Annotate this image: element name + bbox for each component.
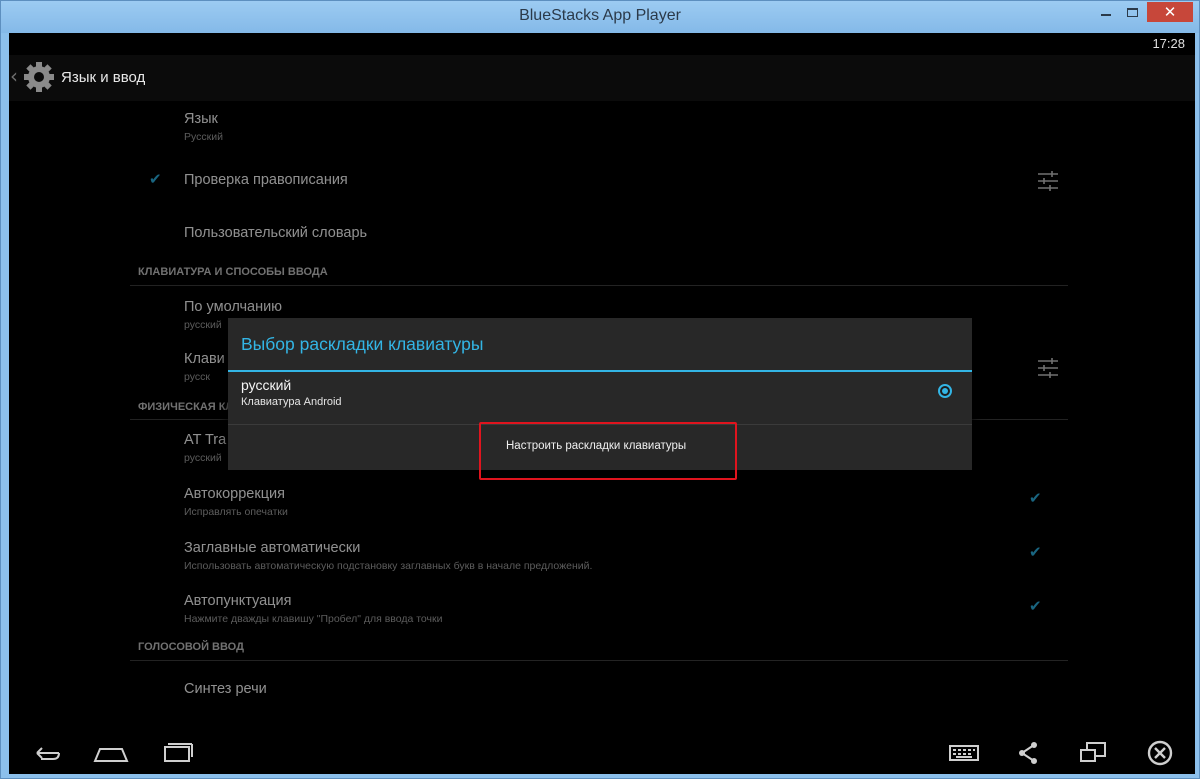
action-bar-title: Язык и ввод bbox=[61, 69, 146, 86]
exit-icon[interactable] bbox=[1140, 735, 1180, 771]
back-icon[interactable] bbox=[27, 735, 67, 771]
settings-gear-icon[interactable] bbox=[21, 59, 57, 95]
title-bar[interactable]: BlueStacks App Player ✕ bbox=[1, 1, 1199, 33]
section-header-keyboard: КЛАВИАТУРА И СПОСОБЫ ВВОДА bbox=[138, 266, 328, 278]
status-clock: 17:28 bbox=[1152, 36, 1185, 51]
android-screen: 17:28 ‹ Язык и ввод Язык Русский ✔ Прове… bbox=[9, 33, 1195, 774]
autocorrect-checkmark-icon[interactable]: ✔ bbox=[1029, 489, 1042, 507]
dialog-title: Выбор раскладки клавиатуры bbox=[241, 334, 484, 354]
close-window-button[interactable]: ✕ bbox=[1147, 2, 1193, 22]
keyboard-settings-icon[interactable] bbox=[1037, 357, 1059, 379]
spell-check-checkmark-icon[interactable]: ✔ bbox=[149, 170, 162, 188]
setting-title: Заглавные автоматически bbox=[184, 540, 361, 556]
setting-summary: русский bbox=[184, 452, 222, 464]
setting-summary: русск bbox=[184, 371, 210, 383]
section-header-physical-keyboard: ФИЗИЧЕСКАЯ КЛА bbox=[138, 401, 242, 413]
setting-title: Автокоррекция bbox=[184, 486, 285, 502]
autopunct-checkmark-icon[interactable]: ✔ bbox=[1029, 597, 1042, 615]
bluestacks-window: BlueStacks App Player ✕ 17:28 ‹ Язык и в… bbox=[0, 0, 1200, 779]
annotation-highlight-box bbox=[479, 422, 737, 480]
multi-screen-icon[interactable] bbox=[1073, 735, 1113, 771]
autocaps-checkmark-icon[interactable]: ✔ bbox=[1029, 543, 1042, 561]
section-divider bbox=[130, 285, 1068, 286]
option-subtitle: Клавиатура Android bbox=[241, 396, 342, 408]
recent-apps-icon[interactable] bbox=[157, 735, 197, 771]
setting-summary: Исправлять опечатки bbox=[184, 506, 288, 518]
setting-title: Пользовательский словарь bbox=[184, 225, 368, 241]
window-title: BlueStacks App Player bbox=[519, 7, 681, 24]
maximize-icon bbox=[1126, 7, 1138, 17]
keyboard-icon[interactable] bbox=[944, 735, 984, 771]
dialog-title-divider bbox=[228, 370, 972, 372]
option-title: русский bbox=[241, 377, 292, 393]
setting-title: По умолчанию bbox=[184, 299, 283, 315]
bluestacks-navbar bbox=[9, 731, 1195, 774]
minimize-icon bbox=[1101, 14, 1111, 16]
home-icon[interactable] bbox=[91, 735, 131, 771]
setting-title: Язык bbox=[184, 111, 218, 127]
option-radio-selected-icon[interactable] bbox=[938, 384, 952, 398]
setting-summary: Использовать автоматическую подстановку … bbox=[184, 560, 593, 572]
maximize-button[interactable] bbox=[1119, 2, 1145, 22]
status-bar: 17:28 bbox=[9, 33, 1195, 55]
up-caret-icon[interactable]: ‹ bbox=[10, 64, 18, 88]
share-icon[interactable] bbox=[1008, 735, 1048, 771]
setting-title: AT Tra bbox=[184, 432, 227, 448]
setting-title: Клави bbox=[184, 351, 225, 367]
section-divider bbox=[130, 660, 1068, 661]
setting-title: Автопунктуация bbox=[184, 593, 292, 609]
section-header-voice: ГОЛОСОВОЙ ВВОД bbox=[138, 641, 244, 653]
close-icon: ✕ bbox=[1163, 3, 1177, 21]
setting-summary: Русский bbox=[184, 131, 223, 143]
action-bar: ‹ Язык и ввод bbox=[9, 55, 1195, 101]
setting-summary: русский bbox=[184, 319, 222, 331]
setting-title: Синтез речи bbox=[184, 681, 267, 697]
setting-title: Проверка правописания bbox=[184, 172, 348, 188]
setting-summary: Нажмите дважды клавишу "Пробел" для ввод… bbox=[184, 613, 443, 625]
minimize-button[interactable] bbox=[1093, 2, 1119, 22]
spell-check-settings-icon[interactable] bbox=[1037, 170, 1059, 192]
